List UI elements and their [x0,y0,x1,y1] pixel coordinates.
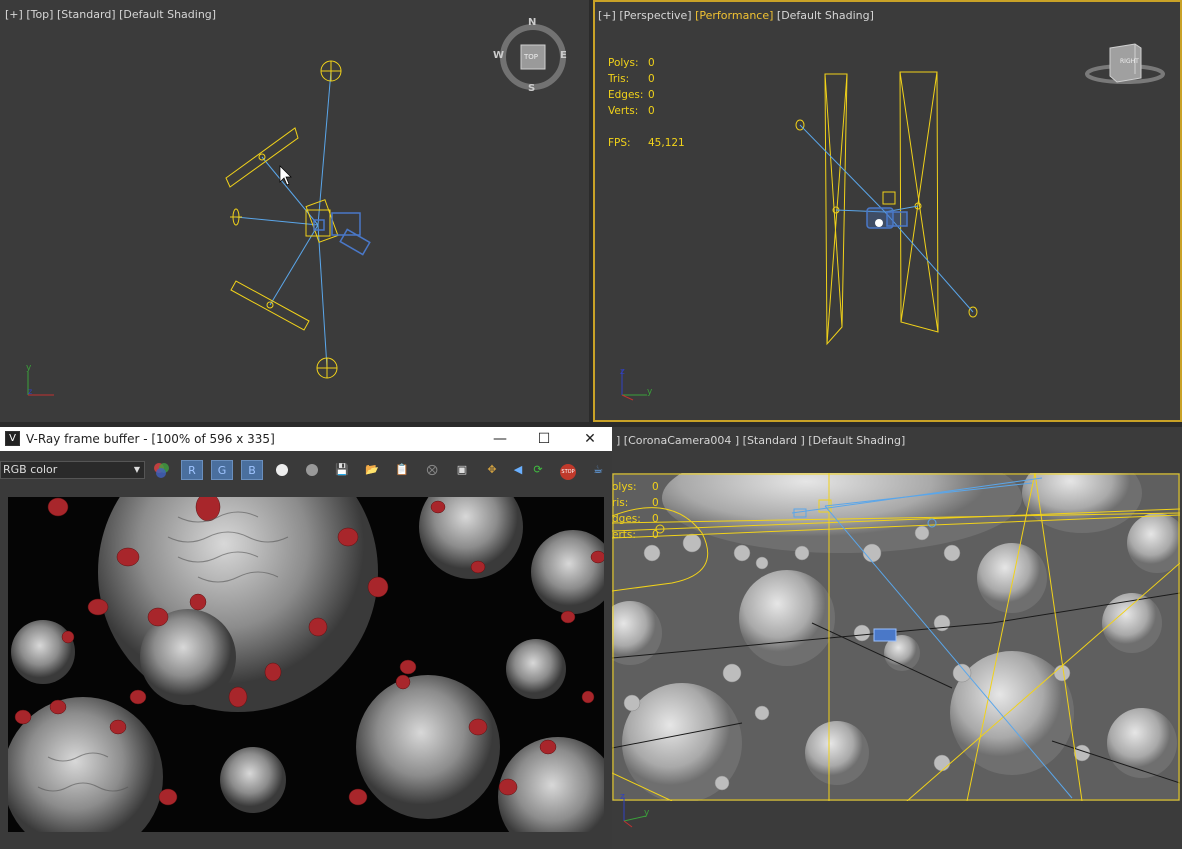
view-compass[interactable]: N S E W TOP [493,17,570,94]
viewport-top[interactable]: [+] [Top] [Standard] [Default Shading] y… [0,0,589,422]
green-channel-button[interactable]: G [211,460,233,480]
compass-n: N [528,17,537,28]
viewport-camera[interactable]: ] [CoronaCamera004 ] [Standard ] [Defaul… [612,427,1182,849]
vfb-status-bar [0,841,612,849]
stat-label: olys: [612,481,637,493]
compass-s: S [528,83,536,94]
alpha-white-icon[interactable] [271,460,293,480]
view-cube[interactable]: RIGHT [1085,38,1165,88]
svg-text:z: z [620,792,625,802]
vfb-toolbar: RGB color ▼ R G B 💾 📂 📋 ⨂ ▣ ✥ ◀ ⟳ STOP ☕ [0,459,612,481]
compass-e: E [560,50,567,61]
stat-value: 0 [652,513,659,525]
stat-label: dges: [612,513,641,525]
stop-render-button[interactable]: STOP [557,460,579,480]
open-folder-icon[interactable]: 📂 [361,460,383,480]
stat-label: erts: [612,529,636,541]
stat-value: 0 [652,497,659,509]
clear-icon[interactable]: ⨂ [421,460,443,480]
bucket-render-icon[interactable]: ◀ [507,460,529,480]
view-cube-face[interactable]: RIGHT [1120,58,1139,65]
window-titlebar[interactable]: V V-Ray frame buffer - [100% of 596 x 33… [0,427,612,451]
minimize-icon[interactable]: — [478,427,522,451]
viewport-camera-label[interactable]: ] [CoronaCamera004 ] [Standard ] [Defaul… [616,434,905,447]
vray-frame-buffer-window[interactable]: V V-Ray frame buffer - [100% of 596 x 33… [0,427,612,849]
refresh-icon[interactable]: ⟳ [527,460,549,480]
clipboard-icon[interactable]: 📋 [391,460,413,480]
window-title: V-Ray frame buffer - [100% of 596 x 335] [26,432,275,446]
stat-value: 0 [652,481,659,493]
compass-w: W [493,50,505,61]
track-mouse-icon[interactable]: ✥ [481,460,503,480]
axis-tripod: z y [620,792,650,828]
stop-label: STOP [560,464,576,480]
close-icon[interactable]: ✕ [568,427,612,451]
red-channel-button[interactable]: R [181,460,203,480]
region-render-icon[interactable]: ▣ [451,460,473,480]
stat-value: 0 [652,529,659,541]
color-channels-icon[interactable] [150,460,172,480]
save-icon[interactable]: 💾 [331,460,353,480]
svg-text:y: y [644,808,650,818]
svg-text:y: y [647,387,653,397]
svg-text:z: z [28,387,32,396]
blue-channel-button[interactable]: B [241,460,263,480]
svg-text:y: y [26,363,32,373]
vray-logo-icon: V [5,431,20,446]
rendered-image [8,497,604,832]
teapot-render-icon[interactable]: ☕ [587,460,609,480]
compass-cube-face[interactable]: TOP [524,53,538,61]
viewport-stats: olys: 0 ris: 0 dges: 0 erts: 0 [612,479,659,543]
maximize-icon[interactable]: ☐ [522,427,566,451]
mono-icon[interactable] [301,460,323,480]
camera-render-area: olys: 0 ris: 0 dges: 0 erts: 0 [612,473,1180,801]
channel-select[interactable]: RGB color ▼ [0,461,145,479]
chevron-down-icon: ▼ [133,465,140,474]
viewport-perspective[interactable]: [+] [Perspective] [Performance] [Default… [593,0,1182,422]
svg-text:z: z [620,367,625,377]
channel-select-value: RGB color [3,463,58,476]
titlebar-gap [0,451,612,459]
stat-label: ris: [612,497,629,509]
